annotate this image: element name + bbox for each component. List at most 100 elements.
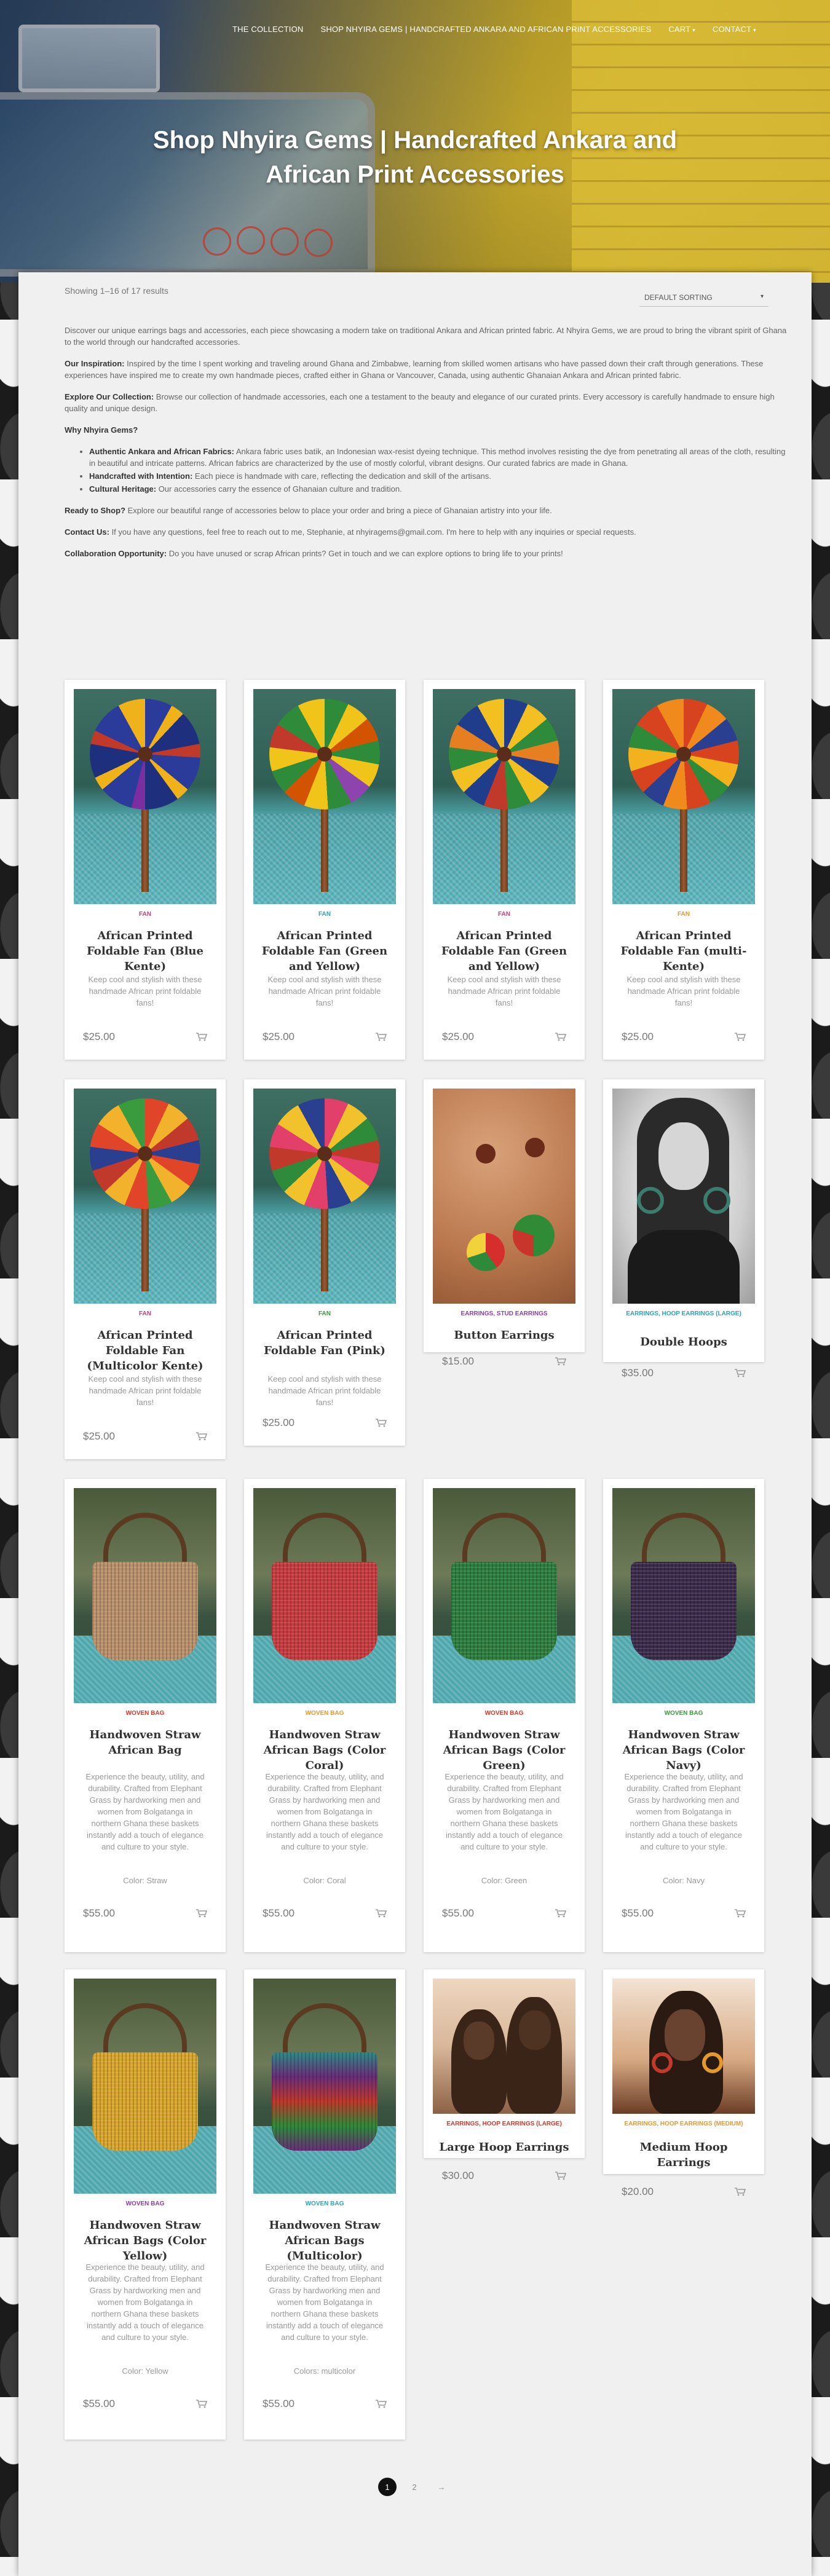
product-card[interactable]: WOVEN BAG Handwoven Straw African Bags (C… bbox=[244, 1479, 405, 1952]
product-category[interactable]: WOVEN BAG bbox=[65, 1709, 226, 1718]
product-card[interactable]: WOVEN BAG Handwoven Straw African Bags (C… bbox=[424, 1479, 585, 1952]
product-card[interactable]: WOVEN BAG Handwoven Straw African Bags (M… bbox=[244, 1969, 405, 2440]
page-link-2[interactable]: 2 bbox=[405, 2478, 424, 2496]
hero-decor-ring bbox=[237, 226, 265, 254]
product-category[interactable]: WOVEN BAG bbox=[65, 2200, 226, 2208]
nav-item-label: SHOP NHYIRA GEMS | HANDCRAFTED ANKARA AN… bbox=[320, 25, 652, 34]
product-category[interactable]: WOVEN BAG bbox=[603, 1709, 764, 1718]
product-image[interactable] bbox=[433, 1488, 575, 1703]
product-card[interactable]: FAN African Printed Foldable Fan (Pink) Ke… bbox=[244, 1079, 405, 1446]
product-category[interactable]: FAN bbox=[603, 910, 764, 919]
add-to-cart-icon[interactable] bbox=[196, 1432, 208, 1441]
product-image[interactable] bbox=[612, 1979, 755, 2114]
nav-item-label: THE COLLECTION bbox=[232, 25, 304, 34]
product-image[interactable] bbox=[612, 689, 755, 904]
product-card[interactable]: WOVEN BAG Handwoven Straw African Bag Expe… bbox=[65, 1479, 226, 1952]
product-image[interactable] bbox=[253, 1488, 396, 1703]
product-card[interactable]: FAN African Printed Foldable Fan (Green a… bbox=[244, 680, 405, 1060]
model-face bbox=[665, 2009, 705, 2061]
sorting-select[interactable]: DEFAULT SORTING ▾ bbox=[639, 290, 769, 307]
product-category[interactable]: FAN bbox=[65, 910, 226, 919]
add-to-cart-icon[interactable] bbox=[735, 2188, 746, 2196]
product-image[interactable] bbox=[433, 1979, 575, 2114]
product-title[interactable]: African Printed Foldable Fan (Green and … bbox=[424, 928, 585, 974]
product-image[interactable] bbox=[74, 1488, 216, 1703]
product-title[interactable]: African Printed Foldable Fan (multi-Kent… bbox=[603, 928, 764, 974]
product-title[interactable]: Handwoven Straw African Bags (Multicolor… bbox=[244, 2218, 405, 2264]
add-to-cart-icon[interactable] bbox=[376, 1909, 387, 1918]
product-card[interactable]: EARRINGS, STUD EARRINGS Button Earrings $1… bbox=[424, 1079, 585, 1367]
product-title[interactable]: African Printed Foldable Fan (Green and … bbox=[244, 928, 405, 974]
add-to-cart-icon[interactable] bbox=[376, 1033, 387, 1041]
page-link-1[interactable]: 1 bbox=[378, 2478, 397, 2496]
product-card[interactable]: EARRINGS, HOOP EARRINGS (LARGE) Large Hoo… bbox=[424, 1969, 585, 2181]
caret-down-icon: ▾ bbox=[692, 27, 696, 33]
nav-item-shop[interactable]: SHOP NHYIRA GEMS | HANDCRAFTED ANKARA AN… bbox=[320, 25, 651, 34]
product-card[interactable]: EARRINGS, HOOP EARRINGS (LARGE) Double Ho… bbox=[603, 1079, 764, 1379]
add-to-cart-icon[interactable] bbox=[196, 1033, 208, 1041]
model-face bbox=[519, 2011, 551, 2050]
product-title[interactable]: Handwoven Straw African Bags (Color Yell… bbox=[65, 2218, 226, 2264]
add-to-cart-icon[interactable] bbox=[555, 1033, 567, 1041]
product-category[interactable]: EARRINGS, HOOP EARRINGS (LARGE) bbox=[424, 2120, 585, 2129]
product-title[interactable]: African Printed Foldable Fan (Pink) bbox=[244, 1328, 405, 1358]
product-color: Color: Yellow bbox=[122, 2366, 168, 2376]
add-to-cart-icon[interactable] bbox=[196, 1909, 208, 1918]
add-to-cart-icon[interactable] bbox=[555, 1909, 567, 1918]
product-category[interactable]: EARRINGS, HOOP EARRINGS (MEDIUM) bbox=[603, 2120, 764, 2129]
product-category[interactable]: FAN bbox=[244, 1310, 405, 1318]
product-image[interactable] bbox=[612, 1089, 755, 1304]
product-category[interactable]: FAN bbox=[424, 910, 585, 919]
product-image[interactable] bbox=[253, 689, 396, 904]
product-image[interactable] bbox=[253, 1979, 396, 2194]
add-to-cart-icon[interactable] bbox=[376, 1419, 387, 1427]
product-card[interactable]: FAN African Printed Foldable Fan (Green a… bbox=[424, 680, 585, 1060]
list-item: Cultural Heritage: Our accessories carry… bbox=[89, 483, 787, 495]
nav-item-contact[interactable]: CONTACT ▾ bbox=[713, 25, 756, 34]
product-image[interactable] bbox=[253, 1089, 396, 1304]
product-image[interactable] bbox=[433, 1089, 575, 1304]
product-card[interactable]: WOVEN BAG Handwoven Straw African Bags (C… bbox=[65, 1969, 226, 2440]
product-title[interactable]: Button Earrings bbox=[424, 1328, 585, 1343]
product-title[interactable]: Double Hoops bbox=[603, 1334, 764, 1350]
product-title[interactable]: Medium Hoop Earrings bbox=[603, 2140, 764, 2170]
product-card[interactable]: FAN African Printed Foldable Fan (Multico… bbox=[65, 1079, 226, 1459]
product-category[interactable]: WOVEN BAG bbox=[244, 1709, 405, 1718]
product-title[interactable]: Handwoven Straw African Bags (Color Gree… bbox=[424, 1727, 585, 1773]
add-to-cart-icon[interactable] bbox=[555, 1357, 567, 1366]
nav-item-cart[interactable]: CART ▾ bbox=[668, 25, 695, 34]
add-to-cart-icon[interactable] bbox=[735, 1369, 746, 1377]
product-category[interactable]: FAN bbox=[65, 1310, 226, 1318]
product-card[interactable]: FAN African Printed Foldable Fan (Blue Ke… bbox=[65, 680, 226, 1060]
add-to-cart-icon[interactable] bbox=[735, 1909, 746, 1918]
product-category[interactable]: WOVEN BAG bbox=[244, 2200, 405, 2208]
paragraph-text: Do you have unused or scrap African prin… bbox=[167, 549, 563, 558]
product-image[interactable] bbox=[74, 1089, 216, 1304]
product-price: $25.00 bbox=[263, 1031, 294, 1042]
product-image[interactable] bbox=[433, 689, 575, 904]
product-title[interactable]: African Printed Foldable Fan (Blue Kente… bbox=[65, 928, 226, 974]
fan-handle bbox=[141, 806, 149, 892]
product-title[interactable]: African Printed Foldable Fan (Multicolor… bbox=[65, 1328, 226, 1374]
add-to-cart-icon[interactable] bbox=[735, 1033, 746, 1041]
product-title[interactable]: Handwoven Straw African Bags (Color Cora… bbox=[244, 1727, 405, 1773]
product-image[interactable] bbox=[74, 1979, 216, 2194]
product-title[interactable]: Handwoven Straw African Bags (Color Navy… bbox=[603, 1727, 764, 1773]
contact-paragraph: Contact Us: If you have any questions, f… bbox=[65, 526, 787, 538]
add-to-cart-icon[interactable] bbox=[376, 2400, 387, 2408]
product-category[interactable]: FAN bbox=[244, 910, 405, 919]
nav-item-the-collection[interactable]: THE COLLECTION bbox=[232, 25, 303, 34]
add-to-cart-icon[interactable] bbox=[555, 2172, 567, 2180]
product-image[interactable] bbox=[612, 1488, 755, 1703]
product-category[interactable]: EARRINGS, HOOP EARRINGS (LARGE) bbox=[603, 1310, 764, 1318]
product-image[interactable] bbox=[74, 689, 216, 904]
product-card[interactable]: WOVEN BAG Handwoven Straw African Bags (C… bbox=[603, 1479, 764, 1952]
product-category[interactable]: WOVEN BAG bbox=[424, 1709, 585, 1718]
next-page-arrow-icon[interactable]: → bbox=[432, 2478, 451, 2496]
product-card[interactable]: EARRINGS, HOOP EARRINGS (MEDIUM) Medium H… bbox=[603, 1969, 764, 2197]
product-title[interactable]: Handwoven Straw African Bag bbox=[65, 1727, 226, 1758]
product-card[interactable]: FAN African Printed Foldable Fan (multi-K… bbox=[603, 680, 764, 1060]
product-title[interactable]: Large Hoop Earrings bbox=[424, 2140, 585, 2155]
product-category[interactable]: EARRINGS, STUD EARRINGS bbox=[424, 1310, 585, 1318]
add-to-cart-icon[interactable] bbox=[196, 2400, 208, 2408]
